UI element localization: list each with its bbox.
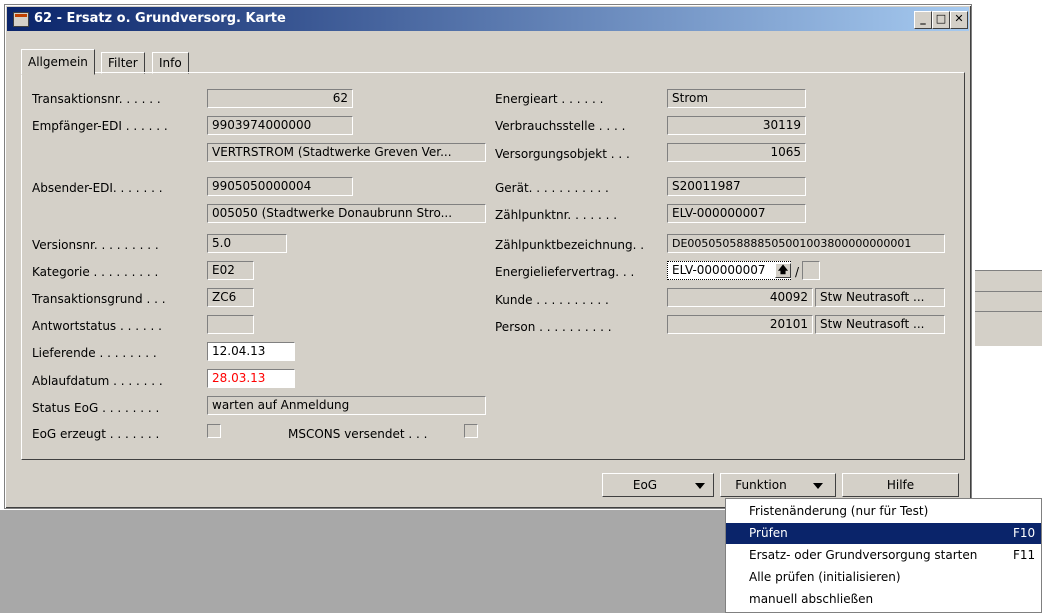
energieliefervertrag-slash: /: [795, 265, 800, 279]
versionsnr-label: Versionsnr. . . . . . . . .: [32, 238, 159, 252]
menu-item-fristenaenderung[interactable]: Fristenänderung (nur für Test): [726, 501, 1041, 522]
lieferende-label: Lieferende . . . . . . . .: [32, 346, 157, 360]
verbrauchsstelle-label: Verbrauchsstelle . . . .: [495, 119, 626, 133]
kategorie-field[interactable]: E02: [207, 261, 254, 280]
transaktionsnr-field[interactable]: 62: [207, 89, 353, 108]
versorgungsobjekt-field[interactable]: 1065: [667, 143, 806, 162]
energieart-label: Energieart . . . . . .: [495, 92, 604, 106]
tab-info[interactable]: Info: [152, 52, 189, 74]
menu-item-versorgung-starten[interactable]: Ersatz- oder Grundversorgung starten F11: [726, 545, 1041, 566]
kunde-field[interactable]: 40092: [667, 288, 813, 307]
ablaufdatum-label: Ablaufdatum . . . . . . .: [32, 374, 163, 388]
ablaufdatum-field[interactable]: 28.03.13: [207, 369, 295, 388]
geraet-label: Gerät. . . . . . . . . . .: [495, 181, 609, 195]
kategorie-label: Kategorie . . . . . . . . .: [32, 265, 159, 279]
absender-edi-label: Absender-EDI. . . . . . .: [32, 181, 163, 195]
antwortstatus-field[interactable]: [207, 315, 254, 334]
hilfe-button-label: Hilfe: [886, 478, 915, 492]
chevron-down-icon: [813, 483, 823, 489]
window-title: 62 - Ersatz o. Grundversorg. Karte: [34, 11, 286, 26]
title-bar[interactable]: 62 - Ersatz o. Grundversorg. Karte _ □ ✕: [7, 7, 969, 31]
person-name-field[interactable]: Stw Neutrasoft ...: [815, 315, 945, 334]
energieart-field[interactable]: Strom: [667, 89, 806, 108]
energieliefervertrag-label: Energieliefervertrag. . .: [495, 265, 635, 279]
empfaenger-edi-label: Empfänger-EDI . . . . . .: [32, 119, 168, 133]
zaehlpunktnr-field[interactable]: ELV-000000007: [667, 204, 806, 223]
geraet-field[interactable]: S20011987: [667, 177, 806, 196]
versorgungsobjekt-label: Versorgungsobjekt . . .: [495, 147, 630, 161]
eog-erzeugt-label: EoG erzeugt . . . . . . .: [32, 427, 160, 441]
card-window: 62 - Ersatz o. Grundversorg. Karte _ □ ✕…: [4, 4, 972, 509]
mscons-label: MSCONS versendet . . .: [288, 427, 428, 441]
eog-button[interactable]: EoG: [602, 473, 714, 497]
tab-allgemein[interactable]: Allgemein: [21, 49, 95, 75]
eog-erzeugt-checkbox[interactable]: [207, 424, 221, 438]
lookup-arrow-icon[interactable]: 🡅: [775, 263, 791, 278]
status-eog-field[interactable]: warten auf Anmeldung: [207, 396, 486, 415]
maximize-button[interactable]: □: [932, 11, 950, 29]
funktion-menu: Fristenänderung (nur für Test) Prüfen F10…: [725, 498, 1042, 613]
verbrauchsstelle-field[interactable]: 30119: [667, 116, 806, 135]
person-label: Person . . . . . . . . . .: [495, 320, 612, 334]
form-icon: [13, 12, 29, 27]
absender-desc-field[interactable]: 005050 (Stadtwerke Donaubrunn Stro...: [207, 204, 486, 223]
transaktionsnr-label: Transaktionsnr. . . . . .: [32, 92, 161, 106]
energieliefervertrag-field[interactable]: ELV-000000007: [667, 261, 791, 280]
zaehlpunktbez-label: Zählpunktbezeichnung. .: [495, 238, 645, 252]
eog-button-label: EoG: [632, 478, 658, 492]
empfaenger-edi-field[interactable]: 9903974000000: [207, 116, 353, 135]
kunde-label: Kunde . . . . . . . . . .: [495, 293, 609, 307]
status-eog-label: Status EoG . . . . . . . .: [32, 401, 160, 415]
energieliefervertrag-field-2[interactable]: [802, 261, 820, 280]
transaktionsgrund-label: Transaktionsgrund . . .: [32, 292, 166, 306]
empfaenger-desc-field[interactable]: VERTRSTROM (Stadtwerke Greven Ver...: [207, 143, 486, 162]
hilfe-button[interactable]: Hilfe: [842, 473, 959, 497]
transaktionsgrund-field[interactable]: ZC6: [207, 288, 254, 307]
funktion-button-label: Funktion: [735, 478, 787, 492]
person-field[interactable]: 20101: [667, 315, 813, 334]
menu-item-manuell-abschliessen[interactable]: manuell abschließen: [726, 589, 1041, 610]
background-window: [975, 270, 1042, 346]
tab-filter[interactable]: Filter: [101, 52, 145, 74]
menu-item-alle-pruefen[interactable]: Alle prüfen (initialisieren): [726, 567, 1041, 588]
menu-item-pruefen[interactable]: Prüfen F10: [726, 523, 1041, 544]
antwortstatus-label: Antwortstatus . . . . . .: [32, 319, 162, 333]
funktion-button[interactable]: Funktion: [720, 473, 836, 497]
zaehlpunktnr-label: Zählpunktnr. . . . . . .: [495, 208, 618, 222]
zaehlpunktbez-field[interactable]: DE00505058888505001003800000000001: [667, 234, 945, 253]
mscons-checkbox[interactable]: [464, 424, 478, 438]
close-button[interactable]: ✕: [950, 11, 968, 29]
minimize-button[interactable]: _: [914, 11, 932, 29]
kunde-name-field[interactable]: Stw Neutrasoft ...: [815, 288, 945, 307]
lieferende-field[interactable]: 12.04.13: [207, 342, 295, 361]
chevron-down-icon: [695, 483, 705, 489]
absender-edi-field[interactable]: 9905050000004: [207, 177, 353, 196]
versionsnr-field[interactable]: 5.0: [207, 234, 287, 253]
